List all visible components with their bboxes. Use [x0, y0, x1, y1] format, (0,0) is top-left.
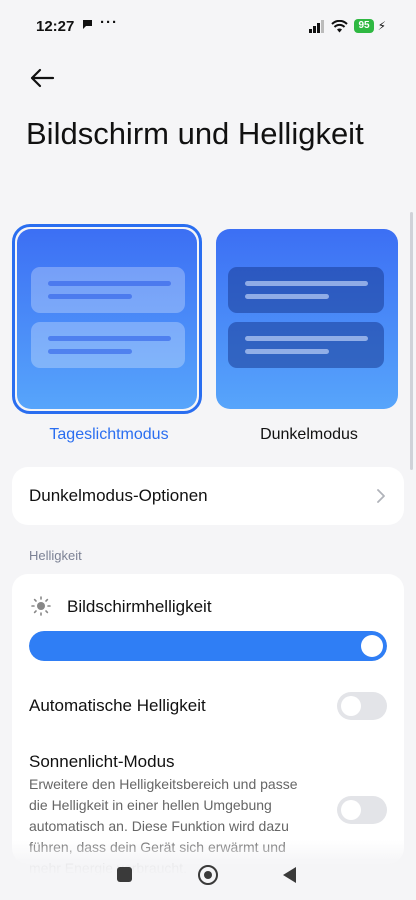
scrollbar[interactable] [410, 212, 413, 470]
charging-icon: ⚡ [377, 19, 386, 33]
preview-line [245, 349, 329, 354]
preview-card [228, 267, 384, 313]
navigation-bar [0, 850, 416, 900]
dark-mode-options-label: Dunkelmodus-Optionen [29, 486, 208, 505]
wifi-icon [331, 19, 349, 32]
toggle-knob [341, 800, 361, 820]
brightness-card: Bildschirmhelligkeit Automatische Hellig… [12, 574, 404, 876]
arrow-left-icon [30, 68, 55, 88]
more-notifications-indicator: ··· [100, 14, 118, 31]
status-icons: 95 ⚡ [309, 19, 386, 33]
battery-icon: 95 [354, 19, 374, 33]
dark-mode-preview [216, 229, 398, 409]
preview-line [245, 281, 368, 286]
auto-brightness-label: Automatische Helligkeit [29, 696, 206, 715]
preview-card [31, 267, 185, 313]
brightness-slider[interactable] [29, 631, 387, 661]
preview-line [48, 281, 171, 286]
auto-brightness-toggle[interactable] [337, 692, 387, 720]
light-mode-preview [17, 229, 197, 409]
status-time: 12:27 [36, 18, 75, 35]
slider-fill [29, 631, 387, 661]
light-mode-label: Tageslichtmodus [49, 426, 169, 443]
sunlight-mode-toggle[interactable] [337, 796, 387, 824]
home-dot [204, 871, 212, 879]
preview-line [245, 336, 368, 341]
dark-mode-label: Dunkelmodus [260, 426, 358, 443]
chevron-right-icon [377, 489, 385, 503]
preview-card [228, 322, 384, 368]
signal-icon [309, 19, 325, 33]
section-header-brightness: Helligkeit [29, 548, 82, 563]
preview-line [245, 294, 329, 299]
back-icon[interactable] [283, 867, 296, 883]
home-icon[interactable] [198, 865, 218, 885]
toggle-knob [341, 696, 361, 716]
sunlight-mode-label: Sonnenlicht-Modus [29, 752, 175, 771]
page-title: Bildschirm und Helligkeit [26, 116, 364, 151]
slider-thumb[interactable] [361, 635, 383, 657]
sun-icon [31, 596, 51, 616]
preview-line [48, 336, 171, 341]
preview-line [48, 349, 132, 354]
status-bar: 12:27 ··· 95 ⚡ [0, 0, 416, 56]
recents-icon[interactable] [117, 867, 132, 882]
screen-brightness-label: Bildschirmhelligkeit [67, 597, 212, 616]
chat-bubble-icon [82, 19, 93, 33]
back-button[interactable] [26, 62, 58, 94]
preview-line [48, 294, 132, 299]
preview-card [31, 322, 185, 368]
dark-mode-options-row[interactable]: Dunkelmodus-Optionen [12, 467, 404, 525]
